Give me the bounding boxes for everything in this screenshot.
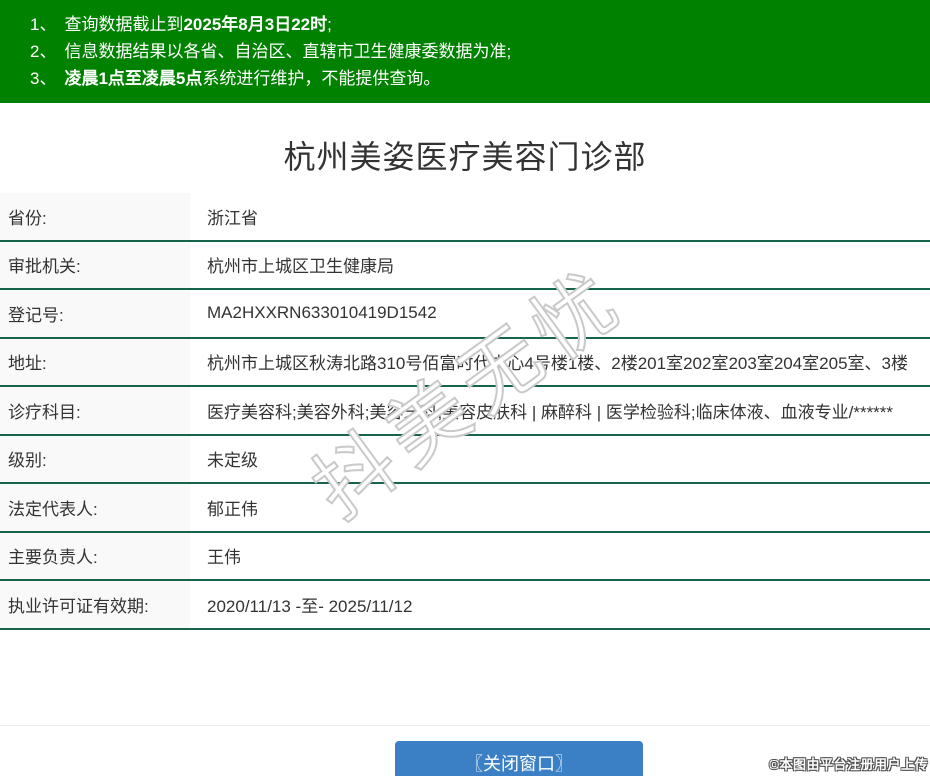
row-label: 级别: (0, 435, 190, 482)
row-value: 浙江省 (207, 208, 258, 228)
table-row-legal-representative: 法定代表人: 郁正伟 (0, 484, 930, 533)
institution-info-table: 省份: 浙江省 审批机关: 杭州市上城区卫生健康局 登记号: MA2HXXRN6… (0, 193, 930, 630)
notice-line-2-number: 2、 (30, 42, 57, 61)
row-value: 2020/11/13 -至- 2025/11/12 (207, 596, 413, 616)
table-row-person-in-charge: 主要负责人: 王伟 (0, 532, 930, 581)
row-value: 王伟 (207, 548, 241, 568)
row-label: 地址: (0, 338, 190, 385)
notice-line-1-tail: ; (327, 15, 332, 34)
row-label: 审批机关: (0, 241, 190, 288)
table-row-registration-number: 登记号: MA2HXXRN633010419D1542 (0, 290, 930, 339)
notice-banner: 1、 查询数据截止到2025年8月3日22时; 2、 信息数据结果以各省、自治区、直… (0, 0, 930, 103)
footer-divider (0, 725, 930, 726)
row-value: 未定级 (207, 451, 258, 471)
table-row-medical-subjects: 诊疗科目: 医疗美容科;美容外科;美容牙科;美容皮肤科 | 麻醉科 | 医学检验… (0, 387, 930, 436)
notice-line-3-tail: 系统进行维护，不能提供查询。 (202, 69, 441, 88)
institution-title: 杭州美姿医疗美容门诊部 (283, 139, 647, 175)
row-label: 执业许可证有效期: (0, 581, 190, 628)
row-value: 杭州市上城区秋涛北路310号佰富时代中心4号楼1楼、2楼201室202室203室… (207, 354, 908, 374)
table-row-license-validity: 执业许可证有效期: 2020/11/13 -至- 2025/11/12 (0, 581, 930, 630)
table-row-address: 地址: 杭州市上城区秋涛北路310号佰富时代中心4号楼1楼、2楼201室202室… (0, 338, 930, 387)
notice-line-3-bold: 凌晨1点至凌晨5点 (64, 69, 203, 88)
table-row-approval-authority: 审批机关: 杭州市上城区卫生健康局 (0, 241, 930, 290)
row-value: 医疗美容科;美容外科;美容牙科;美容皮肤科 | 麻醉科 | 医学检验科;临床体液… (207, 402, 894, 422)
notice-line-1-number: 1、 (30, 15, 57, 34)
notice-line-2-text: 信息数据结果以各省、自治区、直辖市卫生健康委数据为准; (64, 42, 512, 61)
row-label: 法定代表人: (0, 484, 190, 531)
table-row-level: 级别: 未定级 (0, 435, 930, 484)
copyright-watermark: ©本图由平台注册用户上传 (769, 757, 928, 772)
close-window-button[interactable]: 〖关闭窗口〗 (395, 741, 643, 776)
row-value: 郁正伟 (207, 499, 258, 519)
row-value: MA2HXXRN633010419D1542 (207, 303, 437, 323)
notice-line-1-bold: 2025年8月3日22时 (183, 15, 328, 34)
notice-line-2: 2、 信息数据结果以各省、自治区、直辖市卫生健康委数据为准; (0, 38, 930, 65)
table-row-province: 省份: 浙江省 (0, 193, 930, 242)
row-label: 诊疗科目: (0, 387, 190, 434)
row-value: 杭州市上城区卫生健康局 (207, 257, 394, 277)
notice-line-3-number: 3、 (30, 69, 57, 88)
row-label: 主要负责人: (0, 532, 190, 579)
row-label: 登记号: (0, 290, 190, 337)
notice-line-1: 1、 查询数据截止到2025年8月3日22时; (0, 11, 930, 38)
notice-line-3: 3、 凌晨1点至凌晨5点系统进行维护，不能提供查询。 (0, 65, 930, 92)
notice-line-1-text: 查询数据截止到 (64, 15, 184, 34)
query-result-page: 1、 查询数据截止到2025年8月3日22时; 2、 信息数据结果以各省、自治区、直… (0, 0, 930, 776)
row-label: 省份: (0, 193, 190, 240)
